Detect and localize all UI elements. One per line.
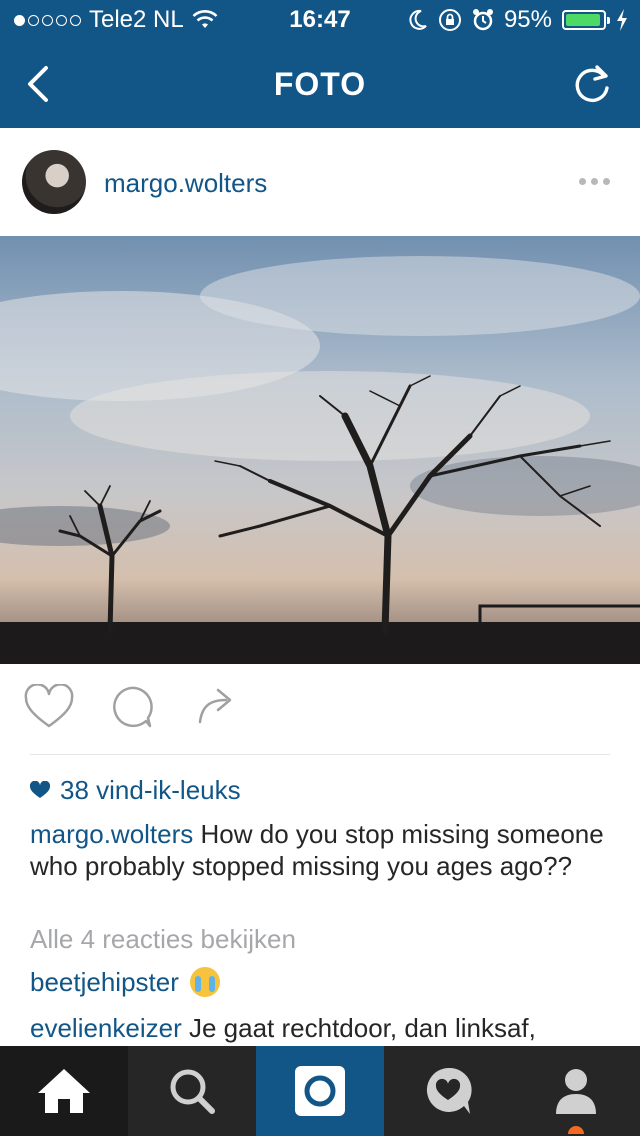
rotation-lock-icon (438, 9, 461, 31)
camera-icon (295, 1066, 345, 1116)
do-not-disturb-moon-icon (409, 9, 427, 30)
notification-indicator (568, 1126, 584, 1134)
charging-bolt-icon (617, 9, 627, 31)
comment-item: evelienkeizer Je gaat rechtdoor, dan lin… (30, 1012, 620, 1044)
filled-heart-icon (30, 781, 50, 798)
alarm-icon (472, 9, 493, 31)
post-photo[interactable] (0, 236, 640, 664)
view-all-comments-link[interactable]: Alle 4 reacties bekijken (30, 923, 620, 955)
photo-scene (0, 236, 640, 664)
heart-icon[interactable] (24, 684, 74, 730)
post-username[interactable]: margo.wolters (104, 168, 267, 199)
tab-home[interactable] (0, 1046, 128, 1136)
comment-bubble-icon[interactable] (108, 684, 154, 730)
refresh-icon[interactable] (570, 62, 614, 106)
tab-camera[interactable] (256, 1046, 384, 1136)
comment-author[interactable]: evelienkeizer (30, 1013, 182, 1043)
comment-item: beetjehipster (30, 966, 620, 998)
battery-fill (566, 14, 600, 26)
post-actions (0, 664, 640, 756)
status-right: 95% (408, 6, 628, 34)
battery-icon (562, 10, 610, 30)
battery-percent: 95% (503, 6, 552, 33)
share-arrow-icon[interactable] (196, 684, 238, 726)
comment-text: Je gaat rechtdoor, dan linksaf, (188, 1013, 536, 1043)
loudly-crying-face-emoji (190, 967, 221, 997)
search-icon (170, 1069, 215, 1114)
nav-bar: FOTO (0, 40, 640, 128)
top-bar: Tele2 NL 16:47 95% FOTO (0, 0, 640, 128)
profile-icon (556, 1069, 596, 1114)
tab-bar (0, 1046, 640, 1136)
activity-heart-icon (426, 1067, 472, 1114)
page-title: FOTO (273, 66, 367, 102)
more-dots-icon[interactable] (579, 178, 610, 185)
tab-activity[interactable] (384, 1046, 512, 1136)
post-caption: margo.wolters How do you stop missing so… (30, 818, 620, 882)
status-bar: Tele2 NL 16:47 95% (0, 0, 640, 40)
likes-text: 38 vind-ik-leuks (60, 775, 241, 805)
actions-divider (30, 754, 610, 755)
tab-search[interactable] (128, 1046, 256, 1136)
likes-count[interactable]: 38 vind-ik-leuks (30, 774, 620, 806)
avatar[interactable] (22, 150, 86, 214)
tab-profile[interactable] (512, 1046, 640, 1136)
home-icon (38, 1069, 90, 1113)
caption-author[interactable]: margo.wolters (30, 819, 193, 849)
comment-author[interactable]: beetjehipster (30, 967, 179, 997)
post-header: margo.wolters (0, 128, 640, 236)
